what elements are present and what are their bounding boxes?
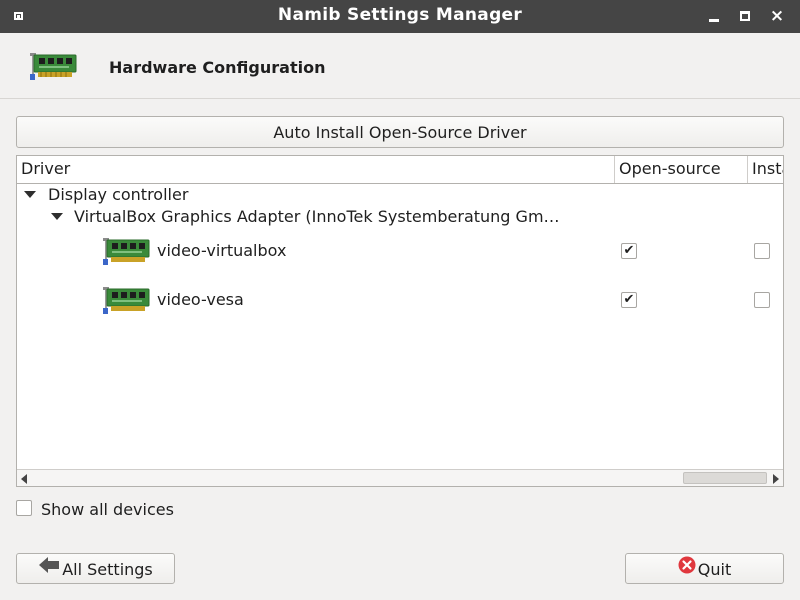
quit-icon <box>678 554 696 583</box>
window-title: Namib Settings Manager <box>277 5 523 25</box>
column-header-installed[interactable]: Installed <box>748 156 783 183</box>
quit-label: Quit <box>697 560 732 579</box>
pci-card-icon <box>103 237 151 271</box>
header-divider <box>0 98 800 99</box>
column-header-open-source[interactable]: Open-source <box>615 156 748 183</box>
driver-tree[interactable]: Driver Open-source Installed Display con… <box>16 155 784 487</box>
tree-row-driver[interactable]: video-virtualbox ✔ <box>17 230 783 274</box>
scrollbar-thumb[interactable] <box>683 472 767 484</box>
open-source-checkbox[interactable]: ✔ <box>621 292 637 308</box>
tree-row-group[interactable]: Display controller <box>17 184 783 206</box>
auto-install-button[interactable]: Auto Install Open-Source Driver <box>16 116 784 148</box>
pci-card-icon <box>30 52 78 86</box>
minimize-button[interactable] <box>706 8 722 24</box>
driver-name: video-vesa <box>157 290 244 309</box>
back-arrow-icon <box>38 554 60 583</box>
installed-checkbox[interactable] <box>754 243 770 259</box>
tree-header: Driver Open-source Installed <box>17 156 783 184</box>
show-all-devices-checkbox[interactable] <box>16 500 32 516</box>
scroll-right-arrow-icon[interactable] <box>773 474 779 484</box>
expand-arrow-icon[interactable] <box>24 191 36 198</box>
expand-arrow-icon[interactable] <box>51 213 63 220</box>
pci-card-icon <box>103 286 151 320</box>
quit-button[interactable]: Quit <box>625 553 784 584</box>
tree-row-driver[interactable]: video-vesa ✔ <box>17 279 783 323</box>
close-button[interactable]: × <box>769 8 785 25</box>
group-label: Display controller <box>48 185 189 204</box>
scrollbar-trough[interactable] <box>33 472 767 484</box>
show-all-devices-label: Show all devices <box>41 500 174 519</box>
all-settings-label: All Settings <box>62 560 153 579</box>
window-content: Hardware Configuration Auto Install Open… <box>0 33 800 600</box>
open-source-checkbox[interactable]: ✔ <box>621 243 637 259</box>
installed-checkbox[interactable] <box>754 292 770 308</box>
title-bar: Namib Settings Manager × <box>0 0 800 33</box>
device-label: VirtualBox Graphics Adapter (InnoTek Sys… <box>74 207 560 226</box>
scroll-left-arrow-icon[interactable] <box>21 474 27 484</box>
page-title: Hardware Configuration <box>109 58 326 77</box>
tree-row-device[interactable]: VirtualBox Graphics Adapter (InnoTek Sys… <box>17 206 783 228</box>
driver-name: video-virtualbox <box>157 241 287 260</box>
column-header-driver[interactable]: Driver <box>17 156 615 183</box>
all-settings-button[interactable]: All Settings <box>16 553 175 584</box>
horizontal-scrollbar[interactable] <box>17 469 783 486</box>
maximize-button[interactable] <box>737 8 753 24</box>
